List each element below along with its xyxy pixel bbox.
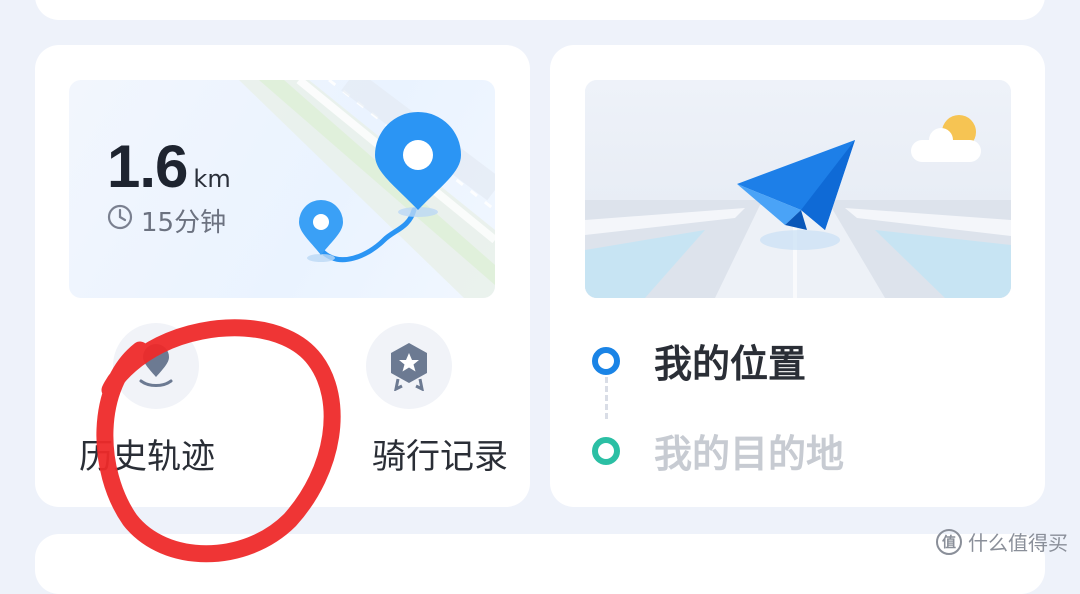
trip-map-panel[interactable]: 1.6 km 15分钟 (69, 80, 495, 298)
duration-text: 15分钟 (141, 208, 227, 238)
destination-row[interactable]: 我的目的地 (592, 423, 844, 478)
clock-icon (107, 204, 133, 237)
bottom-partial-card (35, 534, 1045, 594)
watermark: 值 什么值得买 (936, 527, 1068, 556)
my-location-label: 我的位置 (654, 342, 807, 386)
trip-distance: 1.6 km (107, 132, 231, 201)
ride-records-label: 骑行记录 (372, 437, 508, 477)
trip-duration: 15分钟 (107, 202, 226, 239)
trip-summary-card[interactable]: 1.6 km 15分钟 历史轨迹 骑行记录 (35, 45, 530, 507)
start-point-dot (592, 346, 620, 375)
navigation-illustration[interactable] (585, 80, 1011, 298)
top-partial-card (35, 0, 1045, 20)
watermark-text: 什么值得买 (968, 531, 1068, 555)
ride-badge-icon (366, 323, 452, 409)
distance-unit: km (193, 165, 231, 193)
route-connector-line (605, 377, 608, 419)
small-map-pin-icon (299, 200, 343, 262)
watermark-logo-icon: 值 (936, 528, 962, 555)
distance-value: 1.6 (107, 133, 188, 200)
navigation-card[interactable]: 我的位置 我的目的地 (550, 45, 1045, 507)
my-location-row[interactable]: 我的位置 (592, 333, 806, 388)
destination-label: 我的目的地 (654, 432, 845, 476)
history-route-label: 历史轨迹 (79, 437, 215, 477)
history-route-icon (113, 323, 199, 409)
destination-dot (592, 436, 620, 465)
history-route-button[interactable]: 历史轨迹 (79, 323, 215, 477)
ride-records-button[interactable]: 骑行记录 (366, 323, 508, 477)
nav-scene (585, 80, 1011, 298)
